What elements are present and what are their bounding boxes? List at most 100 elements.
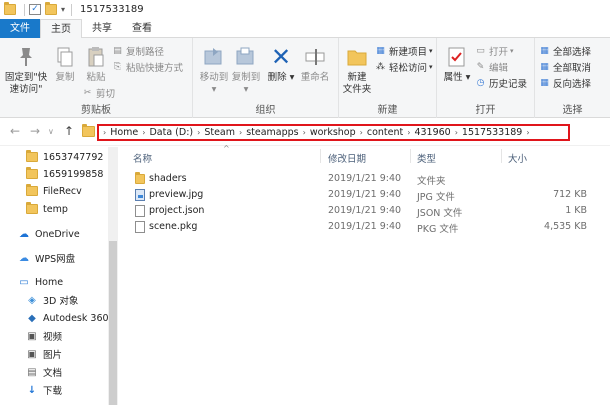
chevron-right-icon[interactable]: › <box>303 128 306 137</box>
sidebar-item-onedrive[interactable]: ☁ OneDrive <box>0 226 80 242</box>
breadcrumb-home[interactable]: Home <box>110 127 138 138</box>
pin-quick-access-button[interactable]: 固定到"快 速访问" <box>4 44 48 96</box>
table-row[interactable]: scene.pkg 2019/1/21 9:40 PKG 文件 4,535 KB <box>118 219 610 235</box>
folder-icon <box>26 202 38 214</box>
pin-icon <box>13 44 39 70</box>
chevron-right-icon[interactable]: › <box>197 128 200 137</box>
paste-button[interactable]: 粘贴 <box>82 44 110 84</box>
copy-path-label: 复制路径 <box>126 47 165 58</box>
select-none-button[interactable]: ▦ 全部取消 <box>539 60 591 74</box>
chevron-right-icon[interactable]: › <box>407 128 410 137</box>
sidebar-item-1659199858[interactable]: 1659199858 <box>0 166 103 182</box>
file-date: 2019/1/21 9:40 <box>328 189 402 200</box>
easy-access-label: 轻松访问 <box>389 63 428 74</box>
folder-icon <box>4 2 16 15</box>
column-header-date[interactable]: 修改日期 <box>328 151 366 165</box>
table-row[interactable]: shaders 2019/1/21 9:40 文件夹 <box>118 171 610 187</box>
address-bar[interactable]: › Home › Data (D:) › Steam › steamapps ›… <box>97 124 570 141</box>
tab-home[interactable]: 主页 <box>40 19 82 39</box>
edit-button[interactable]: ✎ 编辑 <box>475 60 508 74</box>
file-name: shaders <box>149 173 187 184</box>
chevron-right-icon[interactable]: › <box>526 128 529 137</box>
delete-button[interactable]: ✕ 删除 ▾ <box>267 44 295 84</box>
new-folder-button[interactable]: 新建 文件夹 <box>341 44 373 96</box>
video-icon: ▣ <box>27 330 37 342</box>
sidebar-item-wps-cloud[interactable]: ☁ WPS网盘 <box>0 250 75 266</box>
breadcrumb-431960[interactable]: 431960 <box>414 127 450 138</box>
file-type: JSON 文件 <box>417 208 463 219</box>
rename-button[interactable]: 重命名 <box>297 44 333 84</box>
sidebar-item-downloads[interactable]: ↓ 下载 <box>0 382 62 398</box>
copy-button[interactable]: 复制 <box>50 44 80 84</box>
sidebar-item-filerecv[interactable]: FileRecv <box>0 183 82 199</box>
copy-path-icon: ▤ <box>113 46 122 56</box>
column-divider[interactable] <box>410 149 411 163</box>
chevron-right-icon[interactable]: › <box>142 128 145 137</box>
sidebar-item-videos[interactable]: ▣ 视频 <box>0 328 62 344</box>
new-group-label: 新建 <box>377 105 398 116</box>
tab-view[interactable]: 查看 <box>122 19 162 38</box>
history-button[interactable]: ◷ 历史记录 <box>475 76 527 90</box>
document-icon <box>135 221 145 233</box>
cut-button[interactable]: ✂ 剪切 <box>82 86 115 100</box>
group-select: ▦ 全部选择 ▦ 全部取消 ▦ 反向选择 选择 <box>535 38 610 118</box>
breadcrumb-data-drive[interactable]: Data (D:) <box>149 127 193 138</box>
new-item-icon: ▦ <box>376 46 385 56</box>
properties-button[interactable]: 属性 ▾ <box>443 44 471 84</box>
file-date: 2019/1/21 9:40 <box>328 173 402 184</box>
move-to-button[interactable]: 移动到 ▾ <box>199 44 229 96</box>
sidebar-item-1653747792[interactable]: 1653747792 <box>0 149 103 165</box>
column-divider[interactable] <box>320 149 321 163</box>
tab-share[interactable]: 共享 <box>82 19 122 38</box>
back-arrow-icon[interactable]: ← <box>10 124 20 138</box>
new-item-button[interactable]: ▦ 新建项目 ▾ <box>375 44 433 58</box>
easy-access-icon: ⁂ <box>376 62 385 72</box>
table-row[interactable]: preview.jpg 2019/1/21 9:40 JPG 文件 712 KB <box>118 187 610 203</box>
sidebar-item-documents[interactable]: ▤ 文档 <box>0 364 62 380</box>
scrollbar-thumb[interactable] <box>109 241 117 405</box>
wps-cloud-icon: ☁ <box>19 252 29 264</box>
new-folder-icon <box>344 44 370 70</box>
select-all-icon: ▦ <box>540 46 549 56</box>
open-button[interactable]: ▭ 打开 ▾ <box>475 44 513 58</box>
sidebar-item-pictures[interactable]: ▣ 图片 <box>0 346 62 362</box>
breadcrumb-1517533189[interactable]: 1517533189 <box>462 127 522 138</box>
recent-locations-chevron-icon[interactable]: ∨ <box>48 127 54 136</box>
sidebar-item-label: 下载 <box>43 386 63 397</box>
ribbon: 固定到"快 速访问" 复制 粘贴 ▤ 复制路径 ⎘ 粘贴快捷方式 ✂ 剪切 剪贴… <box>0 38 610 118</box>
sidebar-item-label: temp <box>43 203 68 215</box>
properties-check-icon[interactable]: ✓ <box>29 4 41 15</box>
copy-path-button[interactable]: ▤ 复制路径 <box>112 44 164 58</box>
sidebar-item-autodesk-360[interactable]: ◆ Autodesk 360 <box>0 310 108 326</box>
up-arrow-icon[interactable]: ↑ <box>64 124 74 138</box>
breadcrumb-steam[interactable]: Steam <box>204 127 235 138</box>
chevron-right-icon[interactable]: › <box>455 128 458 137</box>
column-divider[interactable] <box>501 149 502 163</box>
chevron-right-icon[interactable]: › <box>360 128 363 137</box>
tab-file[interactable]: 文件 <box>0 19 40 38</box>
sidebar-item-3d-objects[interactable]: ◈ 3D 对象 <box>0 292 78 308</box>
sidebar-item-temp[interactable]: temp <box>0 201 68 217</box>
forward-arrow-icon[interactable]: → <box>30 124 40 138</box>
easy-access-button[interactable]: ⁂ 轻松访问 ▾ <box>375 60 433 74</box>
chevron-down-icon: ▾ <box>429 47 433 55</box>
breadcrumb-content[interactable]: content <box>367 127 403 138</box>
column-header-type[interactable]: 类型 <box>417 151 436 165</box>
breadcrumb-steamapps[interactable]: steamapps <box>246 127 298 138</box>
copy-to-icon <box>233 44 259 70</box>
sidebar-scrollbar[interactable] <box>108 147 118 405</box>
table-row[interactable]: project.json 2019/1/21 9:40 JSON 文件 1 KB <box>118 203 610 219</box>
paste-shortcut-button[interactable]: ⎘ 粘贴快捷方式 <box>112 60 183 74</box>
new-folder-quick-icon[interactable] <box>45 2 57 15</box>
invert-selection-button[interactable]: ▦ 反向选择 <box>539 76 591 90</box>
column-header-name[interactable]: 名称 <box>133 151 152 165</box>
chevron-down-icon[interactable]: ▾ <box>61 5 65 14</box>
delete-label: 删除 ▾ <box>267 72 295 83</box>
breadcrumb-workshop[interactable]: workshop <box>310 127 356 138</box>
column-header-size[interactable]: 大小 <box>508 151 527 165</box>
select-all-button[interactable]: ▦ 全部选择 <box>539 44 591 58</box>
chevron-right-icon[interactable]: › <box>239 128 242 137</box>
cloud-icon: ☁ <box>19 228 29 240</box>
copy-to-button[interactable]: 复制到 ▾ <box>231 44 261 96</box>
sidebar-item-home[interactable]: ▭ Home <box>0 274 63 290</box>
